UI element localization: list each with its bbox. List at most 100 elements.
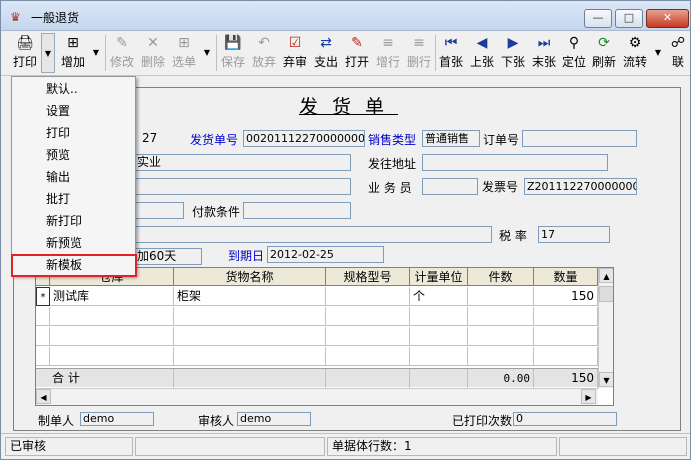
expense-button[interactable]: ⇄ 支出: [311, 33, 341, 73]
table-row[interactable]: * 测试库 柜架 个 150: [36, 287, 598, 306]
cell-warehouse[interactable]: 测试库: [50, 287, 174, 306]
column-header-pieces[interactable]: 件数: [468, 268, 534, 286]
menu-item-batch-print[interactable]: 批打: [12, 188, 135, 210]
maker-field[interactable]: demo: [80, 412, 154, 426]
open-button[interactable]: ✎ 打开: [342, 33, 372, 73]
scroll-thumb[interactable]: [599, 286, 613, 302]
currency-field[interactable]: [134, 202, 184, 219]
save-button[interactable]: 💾 保存: [218, 33, 248, 73]
grid-vertical-scrollbar[interactable]: ▲ ▼: [598, 268, 613, 388]
minimize-button[interactable]: —: [584, 9, 612, 28]
select-dropdown-button[interactable]: ▼: [200, 33, 214, 73]
salesman-field[interactable]: [422, 178, 478, 195]
delete-button[interactable]: ✕ 删除: [138, 33, 168, 73]
scroll-left-icon[interactable]: ◀: [36, 389, 51, 404]
print-button[interactable]: 🖨 打印: [9, 33, 41, 73]
cell-name[interactable]: 柜架: [174, 287, 326, 306]
toolbar-separator: [105, 35, 106, 71]
delete-row-icon: ≡: [413, 35, 425, 51]
pay-terms-field[interactable]: [243, 202, 351, 219]
cell-qty[interactable]: 150: [534, 287, 598, 306]
sale-type-field[interactable]: 普通销售: [422, 130, 480, 147]
scroll-right-icon[interactable]: ▶: [581, 389, 596, 404]
due-date-label: 到期日: [228, 249, 265, 263]
tax-rate-field[interactable]: 17: [538, 226, 610, 243]
pay-terms-label: 付款条件: [192, 205, 241, 219]
salesman-label: 业 务 员: [368, 181, 412, 195]
next-record-button[interactable]: ▶ 下张: [498, 33, 528, 73]
printer-icon: 🖨: [16, 35, 34, 51]
column-header-unit[interactable]: 计量单位: [410, 268, 468, 286]
add-icon: ⊞: [67, 35, 79, 51]
print-dropdown-button[interactable]: ▼: [41, 33, 55, 73]
department-field[interactable]: [134, 178, 351, 195]
discard-button[interactable]: ↶ 放弃: [249, 33, 279, 73]
menu-item-print[interactable]: 打印: [12, 122, 135, 144]
add-button[interactable]: ⊞ 增加: [57, 33, 89, 73]
column-header-spec[interactable]: 规格型号: [326, 268, 410, 286]
column-header-qty[interactable]: 数量: [534, 268, 598, 286]
flow-dropdown-button[interactable]: ▼: [651, 33, 665, 73]
status-bar: 已审核 单据体行数：1: [1, 433, 690, 459]
last-record-button[interactable]: ⏭ 末张: [529, 33, 559, 73]
column-header-name[interactable]: 货物名称: [174, 268, 326, 286]
first-icon: ⏮: [444, 35, 458, 51]
scroll-down-icon[interactable]: ▼: [599, 372, 613, 387]
add-dropdown-button[interactable]: ▼: [89, 33, 103, 73]
menu-item-preview[interactable]: 预览: [12, 144, 135, 166]
scroll-up-icon[interactable]: ▲: [599, 268, 613, 283]
locate-button[interactable]: ⚲ 定位: [560, 33, 588, 73]
menu-item-export[interactable]: 输出: [12, 166, 135, 188]
toolbar-separator: [216, 35, 217, 71]
credit-terms-field[interactable]: 加60天: [134, 248, 202, 265]
table-row[interactable]: [36, 347, 598, 366]
edit-button[interactable]: ✎ 修改: [107, 33, 137, 73]
delete-icon: ✕: [147, 35, 159, 51]
due-date-field[interactable]: 2012-02-25: [267, 246, 384, 263]
previous-record-button[interactable]: ◀ 上张: [467, 33, 497, 73]
last-icon: ⏭: [537, 35, 551, 51]
undo-icon: ↶: [258, 35, 270, 51]
customer-field[interactable]: 实业: [134, 154, 351, 171]
app-window: ♛ 一般退货 — □ ✕ 🖨 打印 ▼ ⊞ 增加 ▼ ✎ 修改 ✕ 删除 ⊞ 选单 ▼ 💾…: [0, 0, 691, 460]
cell-spec[interactable]: [326, 287, 410, 306]
order-no-field[interactable]: [522, 130, 637, 147]
flow-button[interactable]: ⚙ 流转: [620, 33, 650, 73]
menu-highlight-box: [11, 254, 137, 277]
save-icon: 💾: [224, 35, 242, 51]
link-button[interactable]: ☍ 联: [667, 33, 689, 73]
menu-item-settings[interactable]: 设置: [12, 100, 135, 122]
grid-horizontal-scrollbar[interactable]: ◀ ▶: [36, 388, 598, 405]
menu-item-new-print[interactable]: 新打印: [12, 210, 135, 232]
row-marker: *: [36, 287, 50, 306]
invoice-no-field[interactable]: Z201112270000000005: [524, 178, 637, 195]
first-record-button[interactable]: ⏮ 首张: [436, 33, 466, 73]
maximize-button[interactable]: □: [615, 9, 643, 28]
remark-field[interactable]: [134, 226, 492, 243]
status-state: 已审核: [5, 437, 133, 456]
ship-address-field[interactable]: [422, 154, 608, 171]
printed-count-field[interactable]: 0: [513, 412, 617, 426]
reviewer-field[interactable]: demo: [237, 412, 311, 426]
total-pieces: 0.00: [468, 369, 534, 388]
table-row[interactable]: [36, 307, 598, 326]
tax-rate-label: 税 率: [499, 229, 527, 243]
cell-unit[interactable]: 个: [410, 287, 468, 306]
table-row[interactable]: [36, 327, 598, 346]
menu-item-new-preview[interactable]: 新预览: [12, 232, 135, 254]
ship-no-field[interactable]: 00201112270000000006: [243, 130, 365, 147]
select-icon: ⊞: [178, 35, 190, 51]
add-row-button[interactable]: ≡ 增行: [373, 33, 403, 73]
form-title: 发货单: [299, 96, 399, 118]
maker-label: 制单人: [38, 414, 75, 428]
menu-item-default[interactable]: 默认..: [12, 78, 135, 100]
unapprove-button[interactable]: ☑ 弃审: [280, 33, 310, 73]
select-button[interactable]: ⊞ 选单: [169, 33, 199, 73]
cell-pieces[interactable]: [468, 287, 534, 306]
delete-row-button[interactable]: ≡ 删行: [404, 33, 434, 73]
grid-total-row: 合 计 0.00 150: [36, 368, 598, 388]
refresh-button[interactable]: ⟳ 刷新: [589, 33, 619, 73]
close-button[interactable]: ✕: [646, 9, 689, 28]
title-bar: ♛ 一般退货 — □ ✕: [1, 1, 690, 31]
status-row-count: 单据体行数：1: [327, 437, 557, 456]
